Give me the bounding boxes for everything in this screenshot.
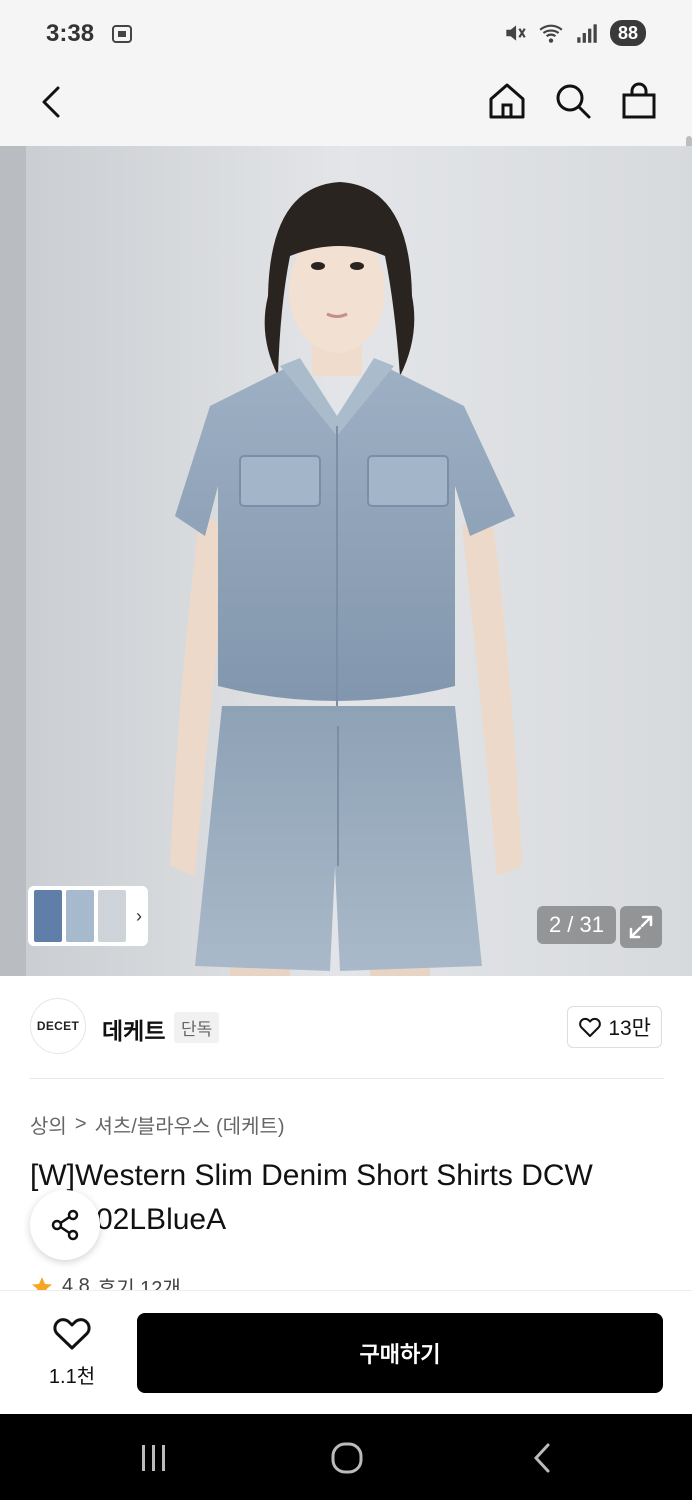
- back-nav-icon: [533, 1443, 550, 1473]
- share-icon: [51, 1209, 79, 1241]
- product-image-carousel[interactable]: › 2 / 31: [0, 146, 692, 976]
- cart-button[interactable]: [616, 78, 662, 124]
- search-icon: [556, 84, 591, 119]
- back-button[interactable]: [30, 80, 74, 124]
- system-nav-bar: [0, 1414, 692, 1500]
- app-bar: [0, 66, 692, 216]
- brand-name[interactable]: 데케트: [102, 1012, 165, 1046]
- battery-indicator: 88: [609, 20, 646, 46]
- breadcrumb-item[interactable]: 상의: [30, 1110, 67, 1139]
- expand-icon: [629, 915, 653, 939]
- breadcrumb: 상의 > 셔츠/블라우스 (데케트): [30, 1110, 285, 1139]
- brand-logo[interactable]: DECET: [30, 998, 86, 1054]
- heart-icon: [579, 1017, 602, 1037]
- back-icon: [42, 86, 60, 118]
- buy-button[interactable]: 구매하기: [137, 1313, 663, 1393]
- divider: [30, 1078, 664, 1079]
- product-photo: [0, 146, 692, 976]
- bag-icon: [622, 82, 656, 119]
- share-button[interactable]: [30, 1190, 100, 1260]
- home-button[interactable]: [484, 78, 530, 124]
- wishlist-button[interactable]: 1.1천: [42, 1315, 102, 1389]
- brand-like-button[interactable]: 13만: [567, 1006, 662, 1048]
- search-button[interactable]: [550, 78, 596, 124]
- heart-icon: [53, 1318, 91, 1350]
- brand-row[interactable]: DECET 데케트 단독 13만: [0, 976, 692, 1080]
- thumbnail-image[interactable]: [66, 890, 94, 942]
- status-time: 3:38: [46, 20, 95, 47]
- bottom-cta-bar: 1.1천 구매하기: [0, 1290, 692, 1414]
- wishlist-count: 1.1천: [48, 1366, 96, 1388]
- status-icons: 88: [502, 20, 646, 46]
- chevron-right-icon[interactable]: ›: [136, 906, 142, 927]
- thumbnail-image[interactable]: [98, 890, 126, 942]
- home-circle-icon: [331, 1442, 363, 1474]
- recent-apps-button[interactable]: [132, 1436, 176, 1480]
- exclusive-badge: 단독: [174, 1012, 220, 1043]
- breadcrumb-separator: >: [74, 1113, 87, 1135]
- home-icon: [489, 83, 525, 119]
- wifi-icon: [539, 24, 563, 43]
- product-title: [W]Western Slim Denim Short Shirts DCW 0…: [30, 1154, 670, 1242]
- status-bar: 3:38 88: [0, 0, 692, 66]
- breadcrumb-item[interactable]: 셔츠/블라우스 (데케트): [95, 1110, 285, 1139]
- home-nav-button[interactable]: [325, 1436, 369, 1480]
- brand-like-count: 13만: [608, 1017, 651, 1040]
- thumbnail-image[interactable]: [34, 890, 62, 942]
- back-nav-button[interactable]: [520, 1436, 564, 1480]
- expand-button[interactable]: [620, 906, 662, 948]
- recent-apps-icon: [142, 1445, 165, 1471]
- thumbnail-strip[interactable]: ›: [28, 886, 148, 946]
- signal-icon: [577, 24, 597, 43]
- product-title-line2: 02LBlueA: [96, 1203, 227, 1236]
- product-title-line1: [W]Western Slim Denim Short Shirts DCW: [30, 1159, 593, 1192]
- image-counter: 2 / 31: [536, 906, 616, 944]
- screenshot-icon: [112, 25, 132, 43]
- mute-icon: [506, 25, 526, 41]
